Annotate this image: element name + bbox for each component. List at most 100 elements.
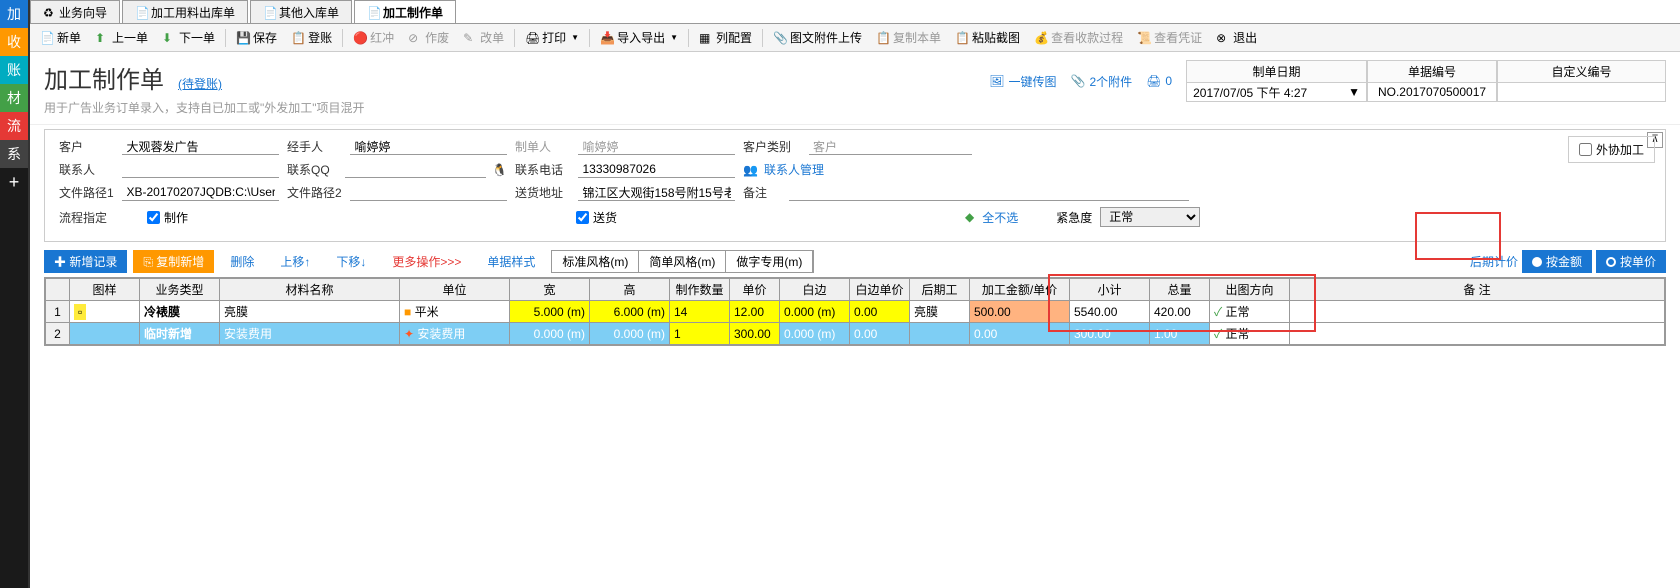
sidebar-item-system[interactable]: 系: [0, 140, 28, 168]
by-amount-button[interactable]: 按金额: [1522, 250, 1592, 273]
movedown-button[interactable]: 下移↓: [326, 250, 376, 273]
cell-border-price[interactable]: 0.00: [850, 301, 910, 323]
col-image[interactable]: 图样: [70, 279, 140, 301]
cell-material[interactable]: 安装费用: [220, 323, 400, 345]
addr-input[interactable]: [578, 184, 735, 201]
exit-button[interactable]: ⊗退出: [1210, 27, 1263, 48]
prev-button[interactable]: ⬆上一单: [89, 27, 154, 48]
cell-border[interactable]: 0.000 (m): [780, 301, 850, 323]
delete-button[interactable]: 删除: [220, 250, 264, 273]
date-input[interactable]: [1193, 85, 1348, 99]
path2-input[interactable]: [350, 184, 507, 201]
table-row[interactable]: 2 临时新增 安装费用 ✦ 安装费用 0.000 (m) 0.000 (m) 1…: [46, 323, 1665, 345]
cell-height[interactable]: 6.000 (m): [590, 301, 670, 323]
cell-direction[interactable]: ✓ 正常: [1210, 301, 1290, 323]
cell-unit[interactable]: ■ 平米: [400, 301, 510, 323]
col-height[interactable]: 高: [590, 279, 670, 301]
sidebar-item-plus[interactable]: +: [0, 168, 28, 196]
cell-price[interactable]: 12.00: [730, 301, 780, 323]
cell-width[interactable]: 0.000 (m): [510, 323, 590, 345]
cell-proc-price[interactable]: 500.00: [970, 301, 1070, 323]
sidebar-item-add[interactable]: 加: [0, 0, 28, 28]
cell-remark[interactable]: [1290, 323, 1665, 345]
print-button[interactable]: 🖨打印▼: [519, 27, 585, 48]
cell-proc-price[interactable]: 0.00: [970, 323, 1070, 345]
customer-input[interactable]: [122, 138, 279, 155]
cell-post[interactable]: [910, 323, 970, 345]
cell-image[interactable]: ▫: [70, 301, 140, 323]
sidebar-item-material[interactable]: 材: [0, 84, 28, 112]
custom-no-input[interactable]: [1504, 85, 1659, 99]
cell-unit[interactable]: ✦ 安装费用: [400, 323, 510, 345]
col-border-price[interactable]: 白边单价: [850, 279, 910, 301]
cell-direction[interactable]: ✓ 正常: [1210, 323, 1290, 345]
col-subtotal[interactable]: 小计: [1070, 279, 1150, 301]
col-remark[interactable]: 备 注: [1290, 279, 1665, 301]
import-button[interactable]: 📥导入导出▼: [594, 27, 684, 48]
col-post[interactable]: 后期工: [910, 279, 970, 301]
cell-border[interactable]: 0.000 (m): [780, 323, 850, 345]
handler-input[interactable]: [350, 138, 507, 155]
tab-other-in[interactable]: 📄其他入库单: [250, 0, 352, 23]
col-qty[interactable]: 制作数量: [670, 279, 730, 301]
colcfg-button[interactable]: ▦列配置: [693, 27, 758, 48]
copy-button[interactable]: 📋复制本单: [870, 27, 947, 48]
contact-input[interactable]: [122, 161, 279, 178]
path1-input[interactable]: [122, 184, 279, 201]
sidebar-item-flow[interactable]: 流: [0, 112, 28, 140]
print-count[interactable]: 🖨0: [1146, 74, 1172, 88]
moveup-button[interactable]: 上移↑: [270, 250, 320, 273]
redmark-button[interactable]: 🔴红冲: [347, 27, 400, 48]
style-tab-standard[interactable]: 标准风格(m): [552, 251, 639, 272]
col-proc-price[interactable]: 加工金额/单价: [970, 279, 1070, 301]
add-record-button[interactable]: ✚ 新增记录: [44, 250, 127, 273]
flow-make-checkbox[interactable]: 制作: [147, 209, 188, 226]
cell-height[interactable]: 0.000 (m): [590, 323, 670, 345]
qq-icon[interactable]: 🐧: [492, 163, 507, 177]
table-row[interactable]: 1 ▫ 冷裱膜 亮膜 ■ 平米 5.000 (m) 6.000 (m) 14 1…: [46, 301, 1665, 323]
col-border[interactable]: 白边: [780, 279, 850, 301]
cell-biztype[interactable]: 临时新增: [140, 323, 220, 345]
cell-border-price[interactable]: 0.00: [850, 323, 910, 345]
sidebar-item-receive[interactable]: 收: [0, 28, 28, 56]
cell-post[interactable]: 亮膜: [910, 301, 970, 323]
phone-input[interactable]: [578, 161, 735, 178]
col-total[interactable]: 总量: [1150, 279, 1210, 301]
style-tab-simple[interactable]: 简单风格(m): [639, 251, 726, 272]
col-width[interactable]: 宽: [510, 279, 590, 301]
outsource-checkbox[interactable]: 外协加工: [1579, 141, 1644, 158]
qq-input[interactable]: [345, 161, 486, 178]
modify-button[interactable]: ✎改单: [457, 27, 510, 48]
chevron-down-icon[interactable]: ▼: [1348, 85, 1360, 99]
contact-mgr-link[interactable]: 联系人管理: [764, 161, 824, 178]
new-button[interactable]: 📄新单: [34, 27, 87, 48]
cell-subtotal[interactable]: 300.00: [1070, 323, 1150, 345]
checkbox[interactable]: [576, 211, 589, 224]
next-button[interactable]: ⬇下一单: [156, 27, 221, 48]
cell-subtotal[interactable]: 5540.00: [1070, 301, 1150, 323]
cell-remark[interactable]: [1290, 301, 1665, 323]
cell-material[interactable]: 亮膜: [220, 301, 400, 323]
col-material[interactable]: 材料名称: [220, 279, 400, 301]
flow-ship-checkbox[interactable]: 送货: [576, 209, 617, 226]
tab-biz-guide[interactable]: ♻业务向导: [30, 0, 120, 23]
cell-image[interactable]: [70, 323, 140, 345]
post-button[interactable]: 📋登账: [285, 27, 338, 48]
checkbox[interactable]: [147, 211, 160, 224]
transfer-image-link[interactable]: 🖼一键传图: [989, 73, 1056, 90]
col-price[interactable]: 单价: [730, 279, 780, 301]
col-rownum[interactable]: [46, 279, 70, 301]
cell-biztype[interactable]: 冷裱膜: [140, 301, 220, 323]
col-biztype[interactable]: 业务类型: [140, 279, 220, 301]
tab-process-order[interactable]: 📄加工制作单: [354, 0, 456, 23]
attach-button[interactable]: 📎图文附件上传: [767, 27, 868, 48]
cell-price[interactable]: 300.00: [730, 323, 780, 345]
void-button[interactable]: ⊘作废: [402, 27, 455, 48]
style-tab-font[interactable]: 做字专用(m): [726, 251, 813, 272]
save-button[interactable]: 💾保存: [230, 27, 283, 48]
voucher-button[interactable]: 📜查看凭证: [1131, 27, 1208, 48]
cell-width[interactable]: 5.000 (m): [510, 301, 590, 323]
cell-total[interactable]: 420.00: [1150, 301, 1210, 323]
cell-qty[interactable]: 14: [670, 301, 730, 323]
tab-material-out[interactable]: 📄加工用料出库单: [122, 0, 248, 23]
